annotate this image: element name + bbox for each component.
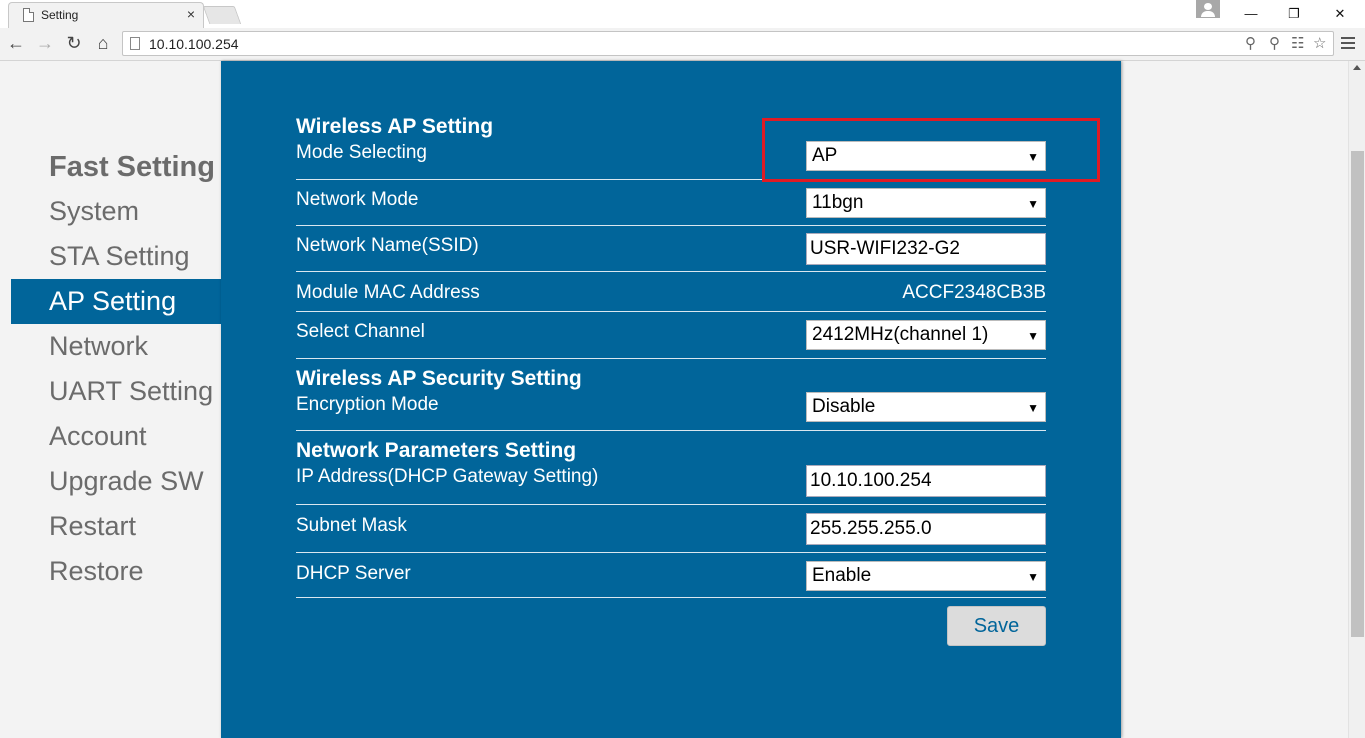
bookmark-star-icon[interactable]: ☆ bbox=[1313, 34, 1326, 54]
section-title-network-params: Network Parameters Setting bbox=[296, 439, 577, 462]
ip-address-input-value: 10.10.100.254 bbox=[810, 470, 932, 491]
row-divider bbox=[296, 271, 1046, 272]
sidebar-item-restore[interactable]: Restore bbox=[11, 549, 221, 594]
channel-select[interactable]: 2412MHz(channel 1) ▼ bbox=[806, 320, 1046, 350]
section-title-security: Wireless AP Security Setting bbox=[296, 367, 582, 390]
sidebar-item-upgrade-sw[interactable]: Upgrade SW bbox=[11, 459, 221, 504]
scrollbar-thumb[interactable] bbox=[1351, 151, 1364, 637]
menu-icon[interactable] bbox=[1340, 34, 1356, 52]
home-icon[interactable]: ⌂ bbox=[91, 32, 115, 54]
page-icon bbox=[130, 37, 140, 50]
section-title-wireless-ap: Wireless AP Setting bbox=[296, 115, 494, 138]
row-divider bbox=[296, 552, 1046, 553]
ip-address-input[interactable]: 10.10.100.254 bbox=[806, 465, 1046, 497]
ssid-input[interactable]: USR-WIFI232-G2 bbox=[806, 233, 1046, 265]
url-text[interactable]: 10.10.100.254 bbox=[149, 36, 239, 52]
network-mode-select[interactable]: 11bgn ▼ bbox=[806, 188, 1046, 218]
row-divider bbox=[296, 179, 762, 180]
highlight-annotation bbox=[762, 118, 1100, 182]
row-divider bbox=[296, 358, 1046, 359]
restore-button[interactable]: ❐ bbox=[1279, 4, 1309, 24]
row-divider bbox=[296, 430, 1046, 431]
row-divider bbox=[296, 597, 1046, 598]
row-divider bbox=[296, 504, 1046, 505]
back-arrow-icon[interactable]: ← bbox=[4, 32, 28, 54]
close-window-button[interactable]: ✕ bbox=[1325, 4, 1355, 24]
channel-label: Select Channel bbox=[296, 321, 425, 342]
tab-title: Setting bbox=[41, 8, 79, 22]
dropdown-arrow-icon: ▼ bbox=[1027, 197, 1039, 211]
dropdown-arrow-icon: ▼ bbox=[1027, 570, 1039, 584]
dropdown-arrow-icon: ▼ bbox=[1027, 329, 1039, 343]
address-bar[interactable]: 10.10.100.254 ⚲ ⚲ ☷ ☆ bbox=[122, 31, 1334, 56]
page-scrollbar[interactable] bbox=[1348, 61, 1365, 738]
browser-toolbar: ← → ↻ ⌂ 10.10.100.254 ⚲ ⚲ ☷ ☆ bbox=[0, 28, 1365, 61]
dropdown-arrow-icon: ▼ bbox=[1027, 401, 1039, 415]
save-button[interactable]: Save bbox=[947, 606, 1046, 646]
zoom-icon[interactable]: ⚲ bbox=[1245, 34, 1256, 54]
browser-titlebar: Setting × — ❐ ✕ bbox=[0, 0, 1365, 28]
mode-label: Mode Selecting bbox=[296, 142, 427, 163]
subnet-mask-input-value: 255.255.255.0 bbox=[810, 518, 932, 539]
subnet-mask-input[interactable]: 255.255.255.0 bbox=[806, 513, 1046, 545]
ssid-input-value: USR-WIFI232-G2 bbox=[810, 238, 960, 259]
sidebar-item-network[interactable]: Network bbox=[11, 324, 221, 369]
encryption-select[interactable]: Disable ▼ bbox=[806, 392, 1046, 422]
tab-close-icon[interactable]: × bbox=[187, 6, 195, 22]
sidebar-item-ap-setting[interactable]: AP Setting bbox=[11, 279, 221, 324]
dhcp-server-label: DHCP Server bbox=[296, 563, 411, 584]
dhcp-server-select[interactable]: Enable ▼ bbox=[806, 561, 1046, 591]
sidebar-item-restart[interactable]: Restart bbox=[11, 504, 221, 549]
sidebar: Fast Setting System STA Setting AP Setti… bbox=[0, 61, 221, 738]
sidebar-item-sta-setting[interactable]: STA Setting bbox=[11, 234, 221, 279]
subnet-mask-label: Subnet Mask bbox=[296, 515, 407, 536]
minimize-button[interactable]: — bbox=[1236, 4, 1266, 24]
sidebar-item-uart-setting[interactable]: UART Setting bbox=[11, 369, 221, 414]
browser-tab[interactable]: Setting × bbox=[8, 2, 204, 28]
new-tab-button[interactable] bbox=[202, 6, 242, 24]
sidebar-item-account[interactable]: Account bbox=[11, 414, 221, 459]
forward-arrow-icon[interactable]: → bbox=[33, 32, 57, 54]
encryption-select-value: Disable bbox=[812, 396, 876, 417]
row-divider bbox=[296, 225, 1046, 226]
encryption-label: Encryption Mode bbox=[296, 394, 439, 415]
network-mode-label: Network Mode bbox=[296, 189, 419, 210]
key-icon[interactable]: ⚲ bbox=[1269, 34, 1280, 54]
row-divider bbox=[296, 311, 1046, 312]
sidebar-item-system[interactable]: System bbox=[11, 189, 221, 234]
network-mode-select-value: 11bgn bbox=[812, 192, 864, 213]
mac-address-value: ACCF2348CB3B bbox=[902, 282, 1046, 303]
page-icon bbox=[23, 8, 34, 22]
ip-address-label: IP Address(DHCP Gateway Setting) bbox=[296, 466, 599, 487]
ssid-label: Network Name(SSID) bbox=[296, 235, 479, 256]
channel-select-value: 2412MHz(channel 1) bbox=[812, 324, 989, 345]
sidebar-heading[interactable]: Fast Setting bbox=[49, 151, 215, 184]
dhcp-server-select-value: Enable bbox=[812, 565, 872, 586]
profile-avatar-icon[interactable] bbox=[1196, 0, 1220, 18]
reload-icon[interactable]: ↻ bbox=[62, 32, 86, 54]
translate-icon[interactable]: ☷ bbox=[1291, 34, 1304, 54]
scroll-up-arrow-icon[interactable] bbox=[1353, 65, 1361, 70]
mac-address-label: Module MAC Address bbox=[296, 282, 480, 303]
